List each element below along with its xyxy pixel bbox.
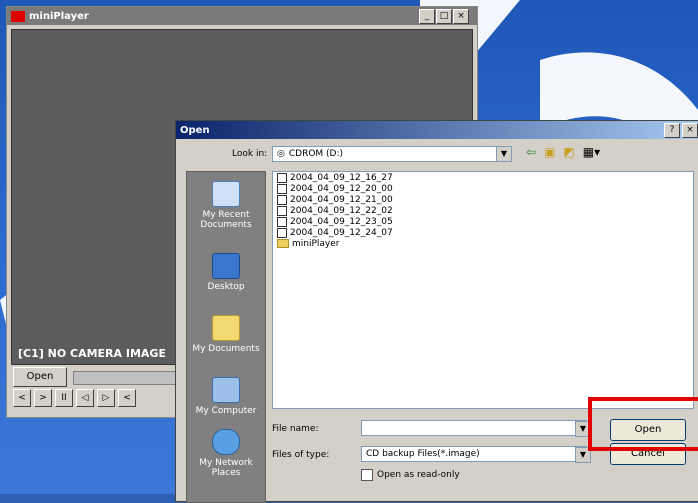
next-button[interactable]: > (34, 389, 52, 407)
look-in-dropdown[interactable]: ◎ CDROM (D:) ▼ (272, 146, 512, 162)
maximize-button[interactable]: □ (436, 9, 452, 24)
dialog-titlebar: Open ? × (176, 121, 698, 139)
my-documents-icon (212, 315, 240, 341)
rewind-button[interactable]: < (118, 389, 136, 407)
miniplayer-open-button[interactable]: Open (13, 367, 67, 387)
list-item[interactable]: miniPlayer (273, 238, 693, 249)
camera-status-text: [C1] NO CAMERA IMAGE (18, 347, 166, 360)
list-item[interactable]: 2004_04_09_12_22_02 (273, 205, 693, 216)
list-item[interactable]: 2004_04_09_12_20_00 (273, 183, 693, 194)
look-in-value: CDROM (D:) (288, 149, 344, 159)
dialog-window-controls: ? × (664, 123, 698, 138)
files-of-type-dropdown[interactable]: CD backup Files(*.image) (361, 446, 587, 462)
close-button[interactable]: × (453, 9, 469, 24)
file-name: 2004_04_09_12_24_07 (290, 227, 393, 238)
minimize-button[interactable]: _ (419, 9, 435, 24)
files-of-type-label: Files of type: (272, 450, 330, 460)
file-name: 2004_04_09_12_23_05 (290, 216, 393, 227)
file-list: 2004_04_09_12_16_27 2004_04_09_12_20_00 … (272, 171, 694, 409)
step-back-button[interactable]: ◁ (76, 389, 94, 407)
read-only-checkbox-row[interactable]: Open as read-only (361, 469, 460, 481)
file-name-input[interactable] (361, 420, 587, 436)
file-name: 2004_04_09_12_22_02 (290, 205, 393, 216)
playback-controls: < > II ◁ ▷ < (13, 389, 136, 407)
place-label: My Recent Documents (200, 210, 252, 230)
dialog-close-button[interactable]: × (682, 123, 698, 138)
place-label: My Documents (192, 344, 260, 354)
file-icon (277, 216, 287, 227)
file-icon (277, 194, 287, 205)
file-icon (277, 172, 287, 183)
list-item[interactable]: 2004_04_09_12_16_27 (273, 172, 693, 183)
folder-name: miniPlayer (292, 238, 340, 249)
place-desktop[interactable]: Desktop (187, 234, 265, 296)
place-label: My Network Places (199, 458, 253, 478)
desktop-icon (212, 253, 240, 279)
look-in-label: Look in: (232, 149, 268, 159)
read-only-label: Open as read-only (377, 470, 460, 480)
file-icon (277, 183, 287, 194)
file-name-label: File name: (272, 424, 319, 434)
miniplayer-window-controls: _ □ × (419, 9, 469, 24)
list-item[interactable]: 2004_04_09_12_21_00 (273, 194, 693, 205)
recent-documents-icon (212, 181, 240, 207)
file-name: 2004_04_09_12_16_27 (290, 172, 393, 183)
dialog-toolbar: ⇦ ▣ ◩ ▦▾ (526, 145, 600, 159)
miniplayer-titlebar: miniPlayer _ □ × (7, 7, 477, 25)
place-network[interactable]: My Network Places (187, 420, 265, 482)
list-item[interactable]: 2004_04_09_12_24_07 (273, 227, 693, 238)
file-name: 2004_04_09_12_21_00 (290, 194, 393, 205)
play-button[interactable]: ▷ (97, 389, 115, 407)
view-menu-icon[interactable]: ▦▾ (583, 145, 600, 159)
places-bar: My Recent Documents Desktop My Documents… (186, 171, 266, 503)
file-icon (277, 205, 287, 216)
new-folder-icon[interactable]: ◩ (563, 145, 574, 159)
file-icon (277, 227, 287, 238)
file-name: 2004_04_09_12_20_00 (290, 183, 393, 194)
files-of-type-value: CD backup Files(*.image) (366, 449, 480, 459)
help-button[interactable]: ? (664, 123, 680, 138)
place-my-computer[interactable]: My Computer (187, 358, 265, 420)
app-logo-icon (11, 10, 25, 22)
previous-button[interactable]: < (13, 389, 31, 407)
miniplayer-title: miniPlayer (29, 10, 89, 22)
folder-icon (277, 239, 289, 248)
highlight-box (588, 397, 698, 451)
chevron-down-icon[interactable]: ▼ (496, 147, 511, 161)
place-my-documents[interactable]: My Documents (187, 296, 265, 358)
cdrom-icon: ◎ (277, 149, 285, 159)
dialog-title: Open (180, 124, 210, 136)
place-recent-documents[interactable]: My Recent Documents (187, 172, 265, 234)
up-folder-icon[interactable]: ▣ (544, 145, 555, 159)
read-only-checkbox[interactable] (361, 469, 373, 481)
my-computer-icon (212, 377, 240, 403)
back-icon[interactable]: ⇦ (526, 145, 536, 159)
place-label: Desktop (207, 282, 245, 292)
pause-button[interactable]: II (55, 389, 73, 407)
network-places-icon (212, 429, 240, 455)
list-item[interactable]: 2004_04_09_12_23_05 (273, 216, 693, 227)
place-label: My Computer (195, 406, 257, 416)
